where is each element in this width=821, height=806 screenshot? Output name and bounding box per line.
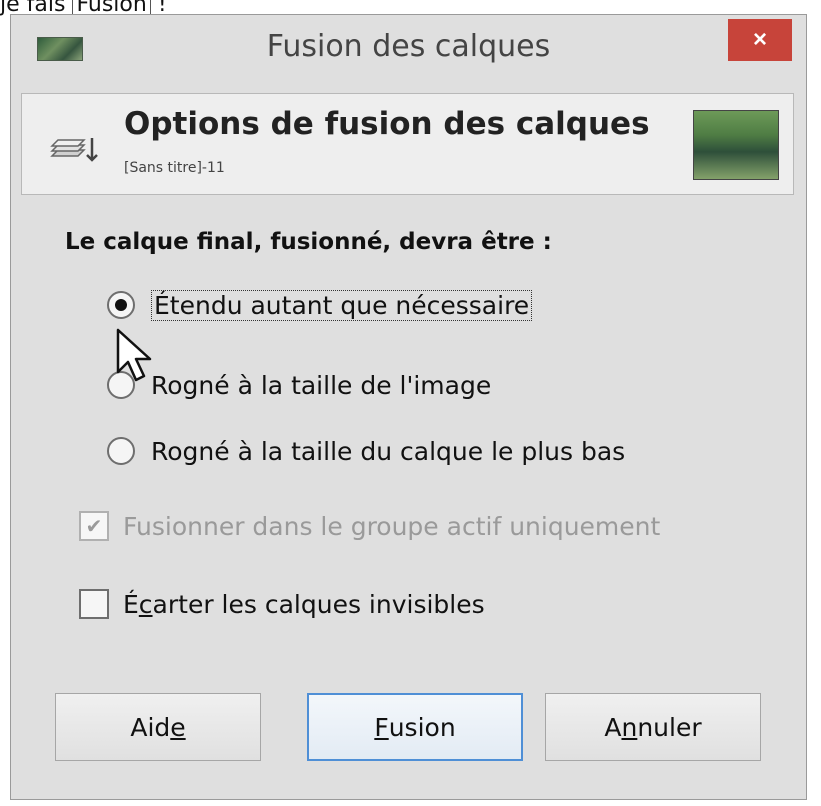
radio-expand[interactable]: Étendu autant que nécessaire [107, 281, 533, 329]
image-name: [Sans titre]-11 [124, 160, 225, 176]
help-button[interactable]: Aid e [55, 693, 261, 761]
radio-label: Rogné à la taille du calque le plus bas [151, 436, 626, 466]
checkbox-checked[interactable]: ✔ [79, 511, 109, 541]
title-bar[interactable]: Fusion des calques × [11, 15, 806, 83]
radio-label: Rogné à la taille de l'image [151, 370, 492, 400]
image-thumbnail [693, 110, 779, 180]
radio-button[interactable] [107, 437, 135, 465]
cancel-button[interactable]: An nuler [545, 693, 761, 761]
close-button[interactable]: × [728, 19, 792, 61]
radio-clip-bottom-layer[interactable]: Rogné à la taille du calque le plus bas [107, 427, 625, 475]
checkbox-active-group[interactable]: ✔ Fusionner dans le groupe actif uniquem… [79, 503, 660, 549]
checkbox[interactable] [79, 589, 109, 619]
radio-button-checked[interactable] [107, 291, 135, 319]
radio-label: Étendu autant que nécessaire [151, 289, 533, 321]
checkbox-discard-invisible[interactable]: Écarter les calques invisibles [79, 581, 485, 627]
merge-layers-dialog: Fusion des calques × Options de fusion d… [10, 14, 807, 800]
mouse-pointer-icon [116, 328, 152, 382]
checkbox-label: Écarter les calques invisibles [123, 589, 485, 619]
header-title: Options de fusion des calques [124, 106, 650, 142]
layer-size-label: Le calque final, fusionné, devra être : [65, 229, 552, 255]
close-icon: × [752, 26, 767, 53]
radio-clip-image[interactable]: Rogné à la taille de l'image [107, 361, 491, 409]
window-title: Fusion des calques [266, 29, 551, 64]
checkbox-label: Fusionner dans le groupe actif uniquemen… [123, 511, 661, 541]
merge-button[interactable]: Fusion [307, 693, 523, 761]
merge-layers-icon [50, 138, 98, 162]
dialog-header: Options de fusion des calques [Sans titr… [21, 93, 794, 195]
